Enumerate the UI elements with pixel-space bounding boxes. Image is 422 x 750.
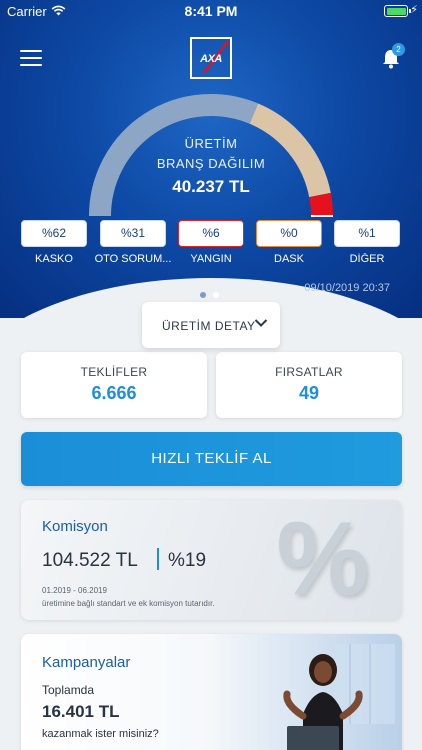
branch-diger-value[interactable]: %1 [334, 220, 400, 247]
campaigns-subtitle: Toplamda [42, 683, 95, 697]
gauge-segment-3 [309, 192, 333, 217]
offers-title: TEKLİFLER [80, 365, 148, 379]
branch-oto-label: OTO SORUM... [94, 253, 172, 265]
branch-kasko-value[interactable]: %62 [21, 220, 87, 247]
gauge-subtitle: BRANŞ DAĞILIM [156, 156, 266, 171]
opportunities-title: FIRSATLAR [275, 365, 343, 379]
opportunities-card[interactable]: FIRSATLAR 49 [216, 352, 402, 418]
gauge-total: 40.237 TL [172, 177, 250, 196]
branch-diger-label: DİĞER [349, 253, 385, 265]
opportunities-count: 49 [298, 383, 320, 403]
offers-card[interactable]: TEKLİFLER 6.666 [21, 352, 207, 418]
page-dot-2[interactable] [213, 292, 219, 298]
percent-decor-icon: % [276, 501, 369, 617]
offers-count: 6.666 [91, 383, 137, 403]
campaigns-question: kazanmak ister misiniz? [42, 728, 159, 740]
campaigns-amount: 16.401 TL [42, 702, 120, 721]
campaign-photo [215, 634, 402, 750]
branch-yangin-label: YANGIN [190, 253, 232, 265]
chevron-down-icon [254, 319, 268, 327]
branch-kasko-label: KASKO [35, 253, 73, 265]
commission-percent: %19 [168, 550, 207, 571]
quick-quote-button[interactable]: HIZLI TEKLİF AL [21, 432, 402, 486]
commission-description: üretimine bağlı standart ve ek komisyon … [42, 599, 215, 608]
gauge-title: ÜRETİM [184, 136, 238, 151]
branch-oto-value[interactable]: %31 [100, 220, 166, 247]
branch-yangin-value[interactable]: %6 [178, 220, 244, 247]
commission-amount: 104.522 TL [42, 550, 138, 571]
commission-title: Komisyon [42, 518, 108, 535]
production-detail-label: ÜRETİM DETAY [162, 319, 256, 333]
campaigns-card[interactable]: Kampanyalar Toplamda 16.401 TL kazanmak … [21, 634, 402, 750]
page-indicator[interactable] [200, 285, 226, 303]
commission-divider [157, 548, 159, 570]
commission-card[interactable]: % Komisyon 104.522 TL %19 01.2019 - 06.2… [21, 500, 402, 620]
production-detail-dropdown[interactable]: ÜRETİM DETAY [142, 302, 280, 348]
commission-date-range: 01.2019 - 06.2019 [42, 586, 107, 595]
page-dot-1[interactable] [200, 292, 206, 298]
branch-dask-label: DASK [274, 253, 304, 265]
branch-dask-value[interactable]: %0 [256, 220, 322, 247]
campaigns-title: Kampanyalar [42, 654, 131, 671]
last-updated: 09/10/2019 20:37 [304, 282, 390, 294]
